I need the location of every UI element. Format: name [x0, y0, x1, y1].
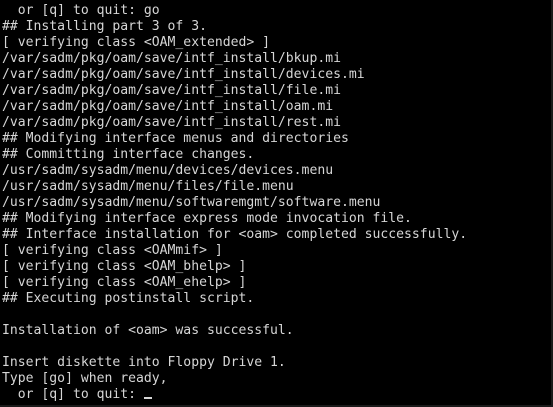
terminal-window[interactable]: or [q] to quit: go ## Installing part 3 … — [0, 0, 553, 407]
output-line: [ verifying class <OAM_ehelp> ] — [2, 275, 247, 290]
output-line: /usr/sadm/sysadm/menu/devices/devices.me… — [2, 163, 334, 178]
output-line: /usr/sadm/sysadm/menu/softwaremgmt/softw… — [2, 195, 381, 210]
output-line: [ verifying class <OAM_bhelp> ] — [2, 259, 247, 274]
command-prompt[interactable]: or [q] to quit: — [2, 387, 467, 403]
output-line: ## Modifying interface menus and directo… — [2, 131, 349, 146]
output-line: ## Modifying interface express mode invo… — [2, 211, 412, 226]
output-line: ## Installing part 3 of 3. — [2, 19, 207, 34]
output-line: /var/sadm/pkg/oam/save/intf_install/file… — [2, 83, 341, 98]
text-cursor — [143, 397, 152, 399]
output-line: ## Committing interface changes. — [2, 147, 255, 162]
output-line: /var/sadm/pkg/oam/save/intf_install/devi… — [2, 67, 365, 82]
output-line: Installation of <oam> was successful. — [2, 323, 294, 338]
output-line: or [q] to quit: go — [2, 3, 160, 18]
output-line: ## Interface installation for <oam> comp… — [2, 227, 468, 242]
output-line: /var/sadm/pkg/oam/save/intf_install/oam.… — [2, 99, 334, 114]
output-line: [ verifying class <OAMmif> ] — [2, 243, 223, 258]
prompt-text: or [q] to quit: — [2, 387, 144, 402]
output-line: ## Executing postinstall script. — [2, 291, 255, 306]
output-line: /var/sadm/pkg/oam/save/intf_install/bkup… — [2, 51, 341, 66]
output-line: [ verifying class <OAM_extended> ] — [2, 35, 271, 50]
output-line: /usr/sadm/sysadm/menu/files/file.menu — [2, 179, 294, 194]
terminal-output: or [q] to quit: go ## Installing part 3 … — [2, 3, 467, 403]
output-line: Type [go] when ready, — [2, 371, 168, 386]
output-line: Insert diskette into Floppy Drive 1. — [2, 355, 286, 370]
output-line: /var/sadm/pkg/oam/save/intf_install/rest… — [2, 115, 341, 130]
